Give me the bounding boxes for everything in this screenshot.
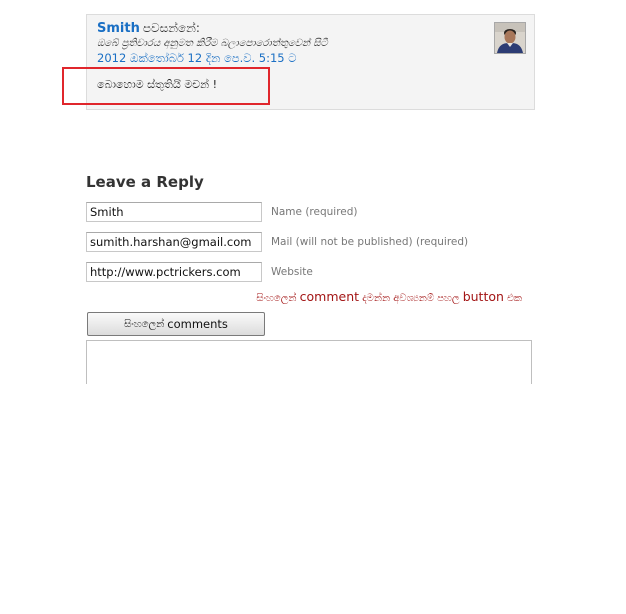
comment-author-link[interactable]: Smith <box>97 21 140 36</box>
comment-textarea[interactable] <box>86 340 532 384</box>
avatar <box>494 22 526 54</box>
name-input[interactable] <box>86 202 262 222</box>
highlight-annotation-box <box>62 67 270 105</box>
avatar-photo-icon <box>495 23 525 53</box>
website-input[interactable] <box>86 262 262 282</box>
mail-input[interactable] <box>86 232 262 252</box>
note-part-4: button <box>462 289 504 304</box>
mail-label: Mail (will not be published) (required) <box>271 236 469 248</box>
comment-author-line: Smith පවසන්නේ: <box>97 21 200 36</box>
note-part-5: එක <box>503 293 522 304</box>
note-part-1: සිංහලෙන් <box>256 293 300 304</box>
name-label: Name (required) <box>271 206 358 218</box>
moderation-note: ඔබේ ප්‍රතිචාරය අනුමත කිරීම බලාපොරොත්තුවෙ… <box>97 38 328 49</box>
sinhala-button-prefix: සිංහලෙන් <box>124 318 165 330</box>
leave-reply-heading: Leave a Reply <box>86 173 204 191</box>
note-part-2: comment <box>299 289 360 304</box>
website-label: Website <box>271 266 313 278</box>
note-part-3: දමන්න අවශ්‍යනම් පහල <box>359 293 463 304</box>
sinhala-button-label: comments <box>167 317 228 331</box>
comment-date-link[interactable]: 2012 ඔක්තෝබර් 12 දින පෙ.ව. 5:15 ට <box>97 51 297 66</box>
sinhala-comments-button[interactable]: සිංහලෙන් comments <box>87 312 265 336</box>
sinhala-comment-note: සිංහලෙන් comment දමන්න අවශ්‍යනම් පහල but… <box>256 289 522 304</box>
author-says-label: පවසන්නේ: <box>142 21 200 35</box>
